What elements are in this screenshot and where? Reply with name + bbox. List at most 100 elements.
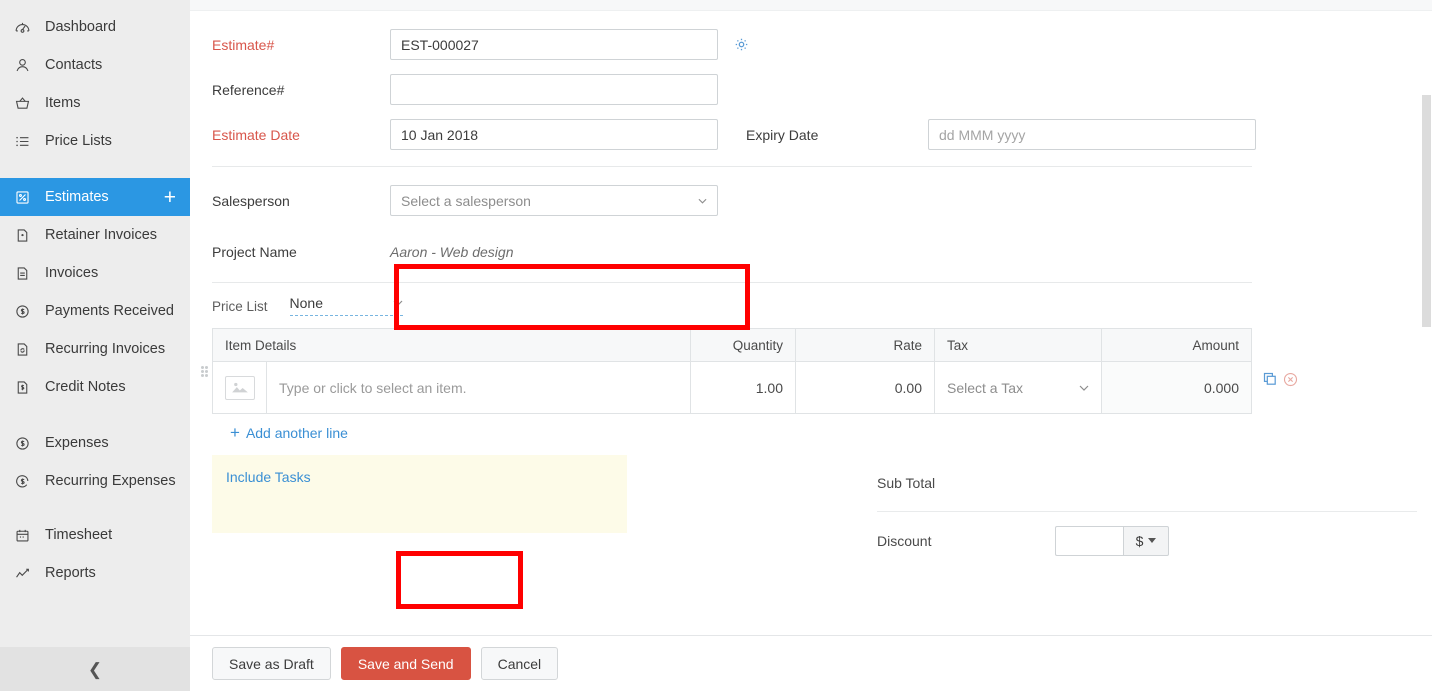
chevron-down-icon bbox=[393, 300, 403, 306]
sidebar-item-label: Invoices bbox=[45, 265, 98, 281]
sidebar-divider-1 bbox=[0, 160, 190, 178]
form-scroll-area[interactable]: Estimate# Reference# Est bbox=[190, 11, 1432, 635]
discount-row: Discount $ 0.000 bbox=[877, 512, 1432, 569]
price-list-row: Price List None bbox=[212, 295, 1432, 316]
copy-icon[interactable] bbox=[1263, 372, 1278, 387]
column-header-amount: Amount bbox=[1102, 329, 1252, 362]
chart-line-icon bbox=[14, 564, 36, 582]
item-image-cell[interactable] bbox=[213, 362, 267, 414]
column-header-quantity: Quantity bbox=[691, 329, 796, 362]
discount-unit-select[interactable]: $ bbox=[1123, 526, 1169, 556]
vertical-scrollbar[interactable] bbox=[1417, 11, 1432, 691]
include-tasks-band: Include Tasks bbox=[212, 455, 627, 533]
sidebar-item-items[interactable]: Items bbox=[0, 84, 190, 122]
sidebar-item-label: Dashboard bbox=[45, 19, 116, 35]
sidebar: Dashboard Contacts Items bbox=[0, 0, 190, 691]
drag-dot bbox=[205, 370, 208, 373]
chevron-down-icon bbox=[1079, 385, 1089, 391]
sidebar-item-label: Timesheet bbox=[45, 527, 112, 543]
remove-circle-icon[interactable] bbox=[1283, 372, 1298, 387]
add-another-line-button[interactable]: + Add another line bbox=[230, 424, 348, 441]
person-icon bbox=[14, 56, 36, 74]
sidebar-item-label: Recurring Expenses bbox=[45, 473, 176, 489]
sidebar-item-payments-received[interactable]: Payments Received bbox=[0, 292, 190, 330]
row-drag-handle[interactable] bbox=[201, 366, 209, 378]
item-tax-cell[interactable]: Select a Tax bbox=[935, 362, 1102, 414]
sidebar-item-label: Reports bbox=[45, 565, 96, 581]
reference-number-row: Reference# bbox=[212, 74, 1432, 105]
reference-number-input[interactable] bbox=[390, 74, 718, 105]
save-as-draft-button[interactable]: Save as Draft bbox=[212, 647, 331, 680]
salesperson-label: Salesperson bbox=[212, 193, 390, 209]
document-icon bbox=[14, 264, 36, 282]
drag-dot bbox=[201, 370, 204, 373]
vertical-scrollbar-thumb[interactable] bbox=[1422, 95, 1431, 327]
sidebar-item-label: Recurring Invoices bbox=[45, 341, 165, 357]
estimate-date-label: Estimate Date bbox=[212, 127, 390, 143]
cancel-button[interactable]: Cancel bbox=[481, 647, 559, 680]
sidebar-collapse-button[interactable]: ❮ bbox=[0, 647, 190, 691]
expiry-date-input[interactable] bbox=[928, 119, 1256, 150]
sidebar-item-price-lists[interactable]: Price Lists bbox=[0, 122, 190, 160]
drag-dot bbox=[205, 366, 208, 369]
credit-note-icon bbox=[14, 378, 36, 396]
item-amount-cell: 0.000 bbox=[1102, 362, 1252, 414]
sidebar-item-dashboard[interactable]: Dashboard bbox=[0, 8, 190, 46]
discount-unit-value: $ bbox=[1136, 533, 1144, 549]
item-quantity-cell[interactable]: 1.00 bbox=[691, 362, 796, 414]
dollar-circle-icon bbox=[14, 434, 36, 452]
estimate-date-input[interactable] bbox=[390, 119, 718, 150]
tax-select[interactable]: Select a Tax bbox=[947, 380, 1089, 396]
totals-panel: Sub Total 0.000 Discount $ 0.000 bbox=[877, 455, 1432, 569]
discount-input[interactable] bbox=[1055, 526, 1123, 556]
sidebar-item-credit-notes[interactable]: Credit Notes bbox=[0, 368, 190, 406]
sidebar-item-recurring-expenses[interactable]: Recurring Expenses bbox=[0, 462, 190, 500]
item-details-cell[interactable]: Type or click to select an item. bbox=[267, 362, 691, 414]
salesperson-select[interactable]: Select a salesperson bbox=[390, 185, 718, 216]
main-panel: Estimate# Reference# Est bbox=[190, 0, 1432, 691]
dollar-refresh-icon bbox=[14, 472, 36, 490]
dates-row: Estimate Date Expiry Date bbox=[212, 119, 1432, 150]
estimate-number-input[interactable] bbox=[390, 29, 718, 60]
discount-label: Discount bbox=[877, 533, 1055, 549]
drag-dot bbox=[201, 374, 204, 377]
include-tasks-link[interactable]: Include Tasks bbox=[226, 469, 311, 485]
image-placeholder-icon bbox=[225, 376, 255, 400]
calendar-icon bbox=[14, 526, 36, 544]
sidebar-item-reports[interactable]: Reports bbox=[0, 554, 190, 592]
save-and-send-button[interactable]: Save and Send bbox=[341, 647, 471, 680]
sidebar-item-contacts[interactable]: Contacts bbox=[0, 46, 190, 84]
list-icon bbox=[14, 132, 36, 150]
project-name-row: Project Name Aaron - Web design bbox=[212, 230, 1432, 274]
estimate-number-row: Estimate# bbox=[212, 29, 1432, 60]
gear-icon[interactable] bbox=[732, 36, 750, 54]
top-strip bbox=[190, 0, 1432, 11]
sidebar-item-label: Items bbox=[45, 95, 80, 111]
caret-down-icon bbox=[1148, 538, 1156, 543]
line-items-table: Item Details Quantity Rate Tax Amount bbox=[212, 328, 1252, 414]
item-rate-cell[interactable]: 0.00 bbox=[796, 362, 935, 414]
salesperson-select-value: Select a salesperson bbox=[401, 193, 531, 209]
price-list-select[interactable]: None bbox=[290, 295, 403, 316]
tax-select-value: Select a Tax bbox=[947, 380, 1023, 396]
sidebar-item-invoices[interactable]: Invoices bbox=[0, 254, 190, 292]
chevron-down-icon bbox=[698, 198, 707, 204]
sidebar-item-recurring-invoices[interactable]: Recurring Invoices bbox=[0, 330, 190, 368]
project-name-value: Aaron - Web design bbox=[390, 244, 513, 260]
salesperson-row: Salesperson Select a salesperson bbox=[212, 185, 1432, 216]
form-action-bar: Save as Draft Save and Send Cancel bbox=[190, 635, 1432, 691]
row-action-buttons bbox=[1263, 372, 1298, 387]
sidebar-item-timesheet[interactable]: Timesheet bbox=[0, 516, 190, 554]
sidebar-item-retainer-invoices[interactable]: Retainer Invoices bbox=[0, 216, 190, 254]
sidebar-item-expenses[interactable]: Expenses bbox=[0, 424, 190, 462]
estimate-editor-page: Dashboard Contacts Items bbox=[0, 0, 1432, 691]
column-header-tax: Tax bbox=[935, 329, 1102, 362]
sidebar-nav-list: Dashboard Contacts Items bbox=[0, 0, 190, 592]
estimate-form: Estimate# Reference# Est bbox=[190, 11, 1432, 533]
project-name-label: Project Name bbox=[212, 244, 390, 260]
add-estimate-button[interactable]: + bbox=[164, 187, 176, 208]
price-list-label: Price List bbox=[212, 299, 268, 316]
sidebar-item-estimates[interactable]: Estimates + bbox=[0, 178, 190, 216]
add-another-line-label: Add another line bbox=[246, 425, 348, 441]
sidebar-item-label: Price Lists bbox=[45, 133, 112, 149]
